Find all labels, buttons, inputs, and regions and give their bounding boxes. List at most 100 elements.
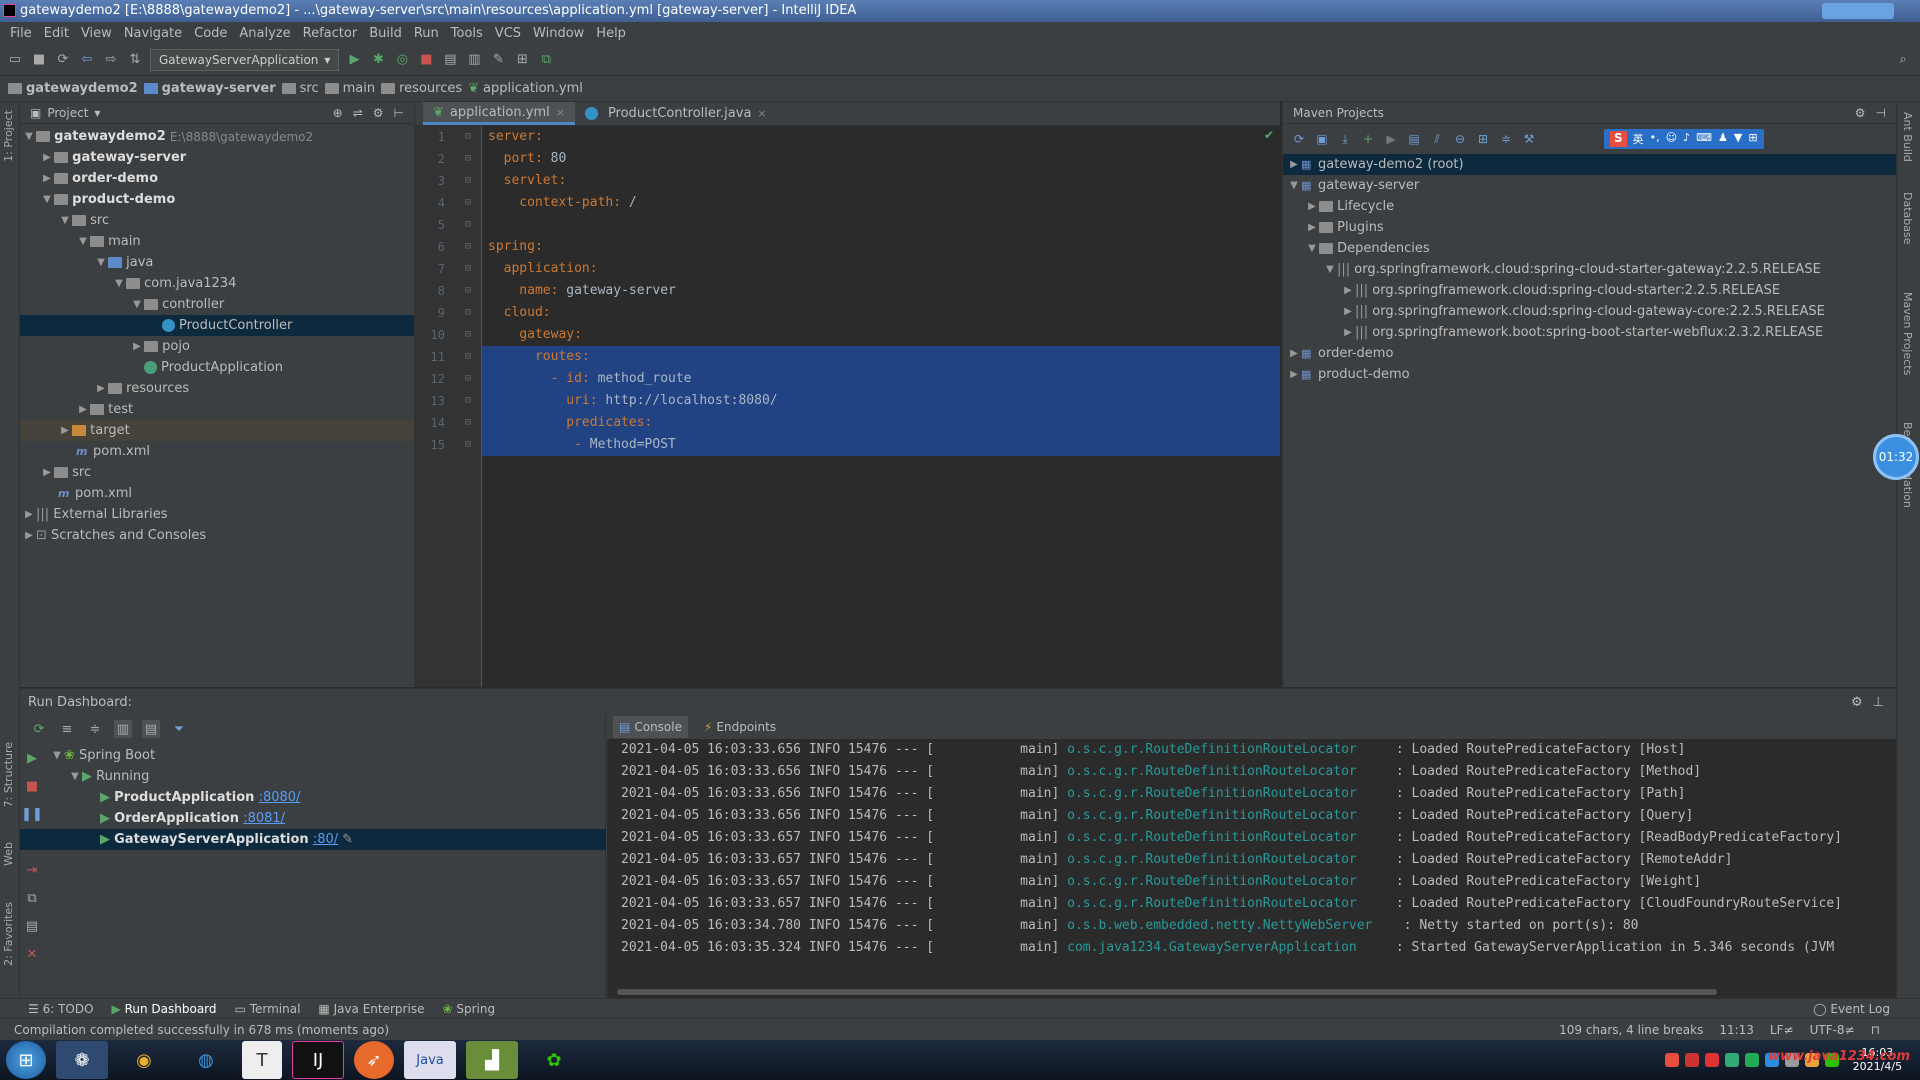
skin-icon[interactable]: ▼ (1734, 131, 1742, 147)
rerun-icon[interactable]: ⟳ (30, 720, 48, 738)
tree-item[interactable]: ▶ Plugins (1283, 217, 1896, 238)
favorites-tool-tab[interactable]: 2: Favorites (2, 902, 15, 966)
fold-marker-icon[interactable]: ⊟ (465, 434, 471, 456)
expand-arrow-icon[interactable]: ▼ (1323, 264, 1337, 275)
expand-arrow-icon[interactable]: ▶ (22, 509, 36, 520)
menu-edit[interactable]: Edit (38, 26, 75, 41)
tree-item[interactable]: ▶ ⊡ Scratches and Consoles (20, 525, 414, 546)
gear-icon[interactable]: ⚙ (1855, 106, 1866, 120)
code-line[interactable]: routes: (482, 346, 1280, 368)
generate-sources-icon[interactable]: ▣ (1314, 131, 1330, 147)
close-icon[interactable]: × (556, 106, 565, 119)
code-area[interactable]: server: port: 80 servlet: context-path: … (482, 126, 1280, 456)
tree-item[interactable]: ▼ ▦ gateway-server (1283, 175, 1896, 196)
tree-item[interactable]: m pom.xml (20, 441, 414, 462)
debug-icon[interactable]: ✱ (369, 51, 387, 69)
crumb-main[interactable]: main (324, 81, 375, 96)
emoji-icon[interactable]: ☺ (1666, 131, 1677, 147)
punct-icon[interactable]: •, (1650, 131, 1660, 147)
expand-arrow-icon[interactable]: ▼ (94, 257, 108, 268)
tree-item[interactable]: ▼ src (20, 210, 414, 231)
grid-icon[interactable]: ⊞ (1748, 131, 1757, 147)
tree-item[interactable]: ▶ resources (20, 378, 414, 399)
locate-icon[interactable]: ⊕ (333, 106, 343, 120)
tree-item[interactable]: ▶ gateway-server (20, 147, 414, 168)
tree-item[interactable]: ▼ product-demo (20, 189, 414, 210)
toggle-offline-icon[interactable]: ⫽ (1429, 131, 1445, 147)
recording-timer[interactable]: 01:32 (1873, 434, 1919, 480)
edit-icon[interactable]: ✎ (342, 832, 353, 847)
expand-arrow-icon[interactable]: ▶ (1341, 306, 1355, 317)
fold-marker-icon[interactable]: ⊟ (465, 368, 471, 390)
menu-file[interactable]: File (4, 26, 38, 41)
expand-arrow-icon[interactable]: ▼ (40, 194, 54, 205)
expand-arrow-icon[interactable]: ▶ (76, 404, 90, 415)
tab-java-enterprise[interactable]: ▦ Java Enterprise (318, 1002, 424, 1016)
expand-arrow-icon[interactable]: ▶ (1287, 348, 1301, 359)
tree-item[interactable]: ▶ pojo (20, 336, 414, 357)
code-line[interactable]: gateway: (482, 324, 1280, 346)
dependencies-icon[interactable]: ⊞ (1475, 131, 1491, 147)
expand-arrow-icon[interactable]: ▶ (1305, 201, 1319, 212)
tab-spring[interactable]: ❀ Spring (442, 1002, 495, 1016)
expand-arrow-icon[interactable]: ▶ (1287, 159, 1301, 170)
crumb-module[interactable]: gateway-server (143, 81, 276, 96)
caret-position[interactable]: 11:13 (1719, 1023, 1754, 1037)
code-line[interactable]: - Method=POST (482, 434, 1280, 456)
menu-run[interactable]: Run (408, 26, 445, 41)
tree-item[interactable]: ▼ com.java1234 (20, 273, 414, 294)
menu-refactor[interactable]: Refactor (297, 26, 364, 41)
project-panel-title[interactable]: Project (47, 106, 88, 120)
sdk-icon[interactable]: ⧉ (537, 51, 555, 69)
group-by-type-icon[interactable]: ▥ (114, 720, 132, 738)
fold-marker-icon[interactable]: ⊟ (465, 412, 471, 434)
tree-item[interactable]: ▼ ❀ Spring Boot (48, 745, 606, 766)
hide-icon[interactable]: ⊣ (1876, 106, 1886, 120)
start-button-icon[interactable]: ⊞ (6, 1041, 46, 1079)
mic-icon[interactable]: ♪ (1683, 131, 1690, 147)
search-icon[interactable]: ⌕ (1894, 51, 1912, 69)
run-app-item[interactable]: ▶ GatewayServerApplication :80/ ✎ (20, 829, 606, 850)
tree-item[interactable]: m pom.xml (20, 483, 414, 504)
expand-arrow-icon[interactable]: ▼ (1305, 243, 1319, 254)
pause-icon[interactable]: ❚❚ (21, 805, 43, 823)
expand-all-icon[interactable]: ≡ (58, 720, 76, 738)
tree-item[interactable]: ▼ main (20, 231, 414, 252)
expand-arrow-icon[interactable]: ▼ (1287, 180, 1301, 191)
tab-event-log[interactable]: ◯ Event Log (1813, 1002, 1920, 1016)
menu-code[interactable]: Code (188, 26, 233, 41)
menu-build[interactable]: Build (363, 26, 408, 41)
expand-arrow-icon[interactable]: ▼ (22, 131, 36, 142)
tree-item[interactable]: ▼ Dependencies (1283, 238, 1896, 259)
expand-arrow-icon[interactable]: ▶ (94, 383, 108, 394)
code-line[interactable]: server: (482, 126, 1280, 148)
hide-icon[interactable]: ⊢ (394, 106, 404, 120)
tab-endpoints[interactable]: ⚡ Endpoints (698, 716, 782, 738)
code-line[interactable]: port: 80 (482, 148, 1280, 170)
expand-arrow-icon[interactable]: ▶ (130, 341, 144, 352)
database-tool-tab[interactable]: Database (1901, 192, 1914, 245)
fold-marker-icon[interactable]: ⊟ (465, 236, 471, 258)
tree-item[interactable]: ▼ controller (20, 294, 414, 315)
tab-application-yml[interactable]: ❦ application.yml × (423, 102, 575, 125)
tree-item[interactable]: ▶ target (20, 420, 414, 441)
code-line[interactable]: spring: (482, 236, 1280, 258)
settings-icon[interactable]: ✎ (489, 51, 507, 69)
code-line[interactable]: servlet: (482, 170, 1280, 192)
horizontal-scrollbar[interactable] (617, 989, 1717, 995)
tree-item[interactable]: ▶ Lifecycle (1283, 196, 1896, 217)
expand-arrow-icon[interactable]: ▶ (1287, 369, 1301, 380)
crumb-resources[interactable]: resources (381, 81, 462, 96)
close-icon[interactable]: × (757, 107, 766, 120)
browser-app-icon[interactable]: ◍ (180, 1041, 232, 1079)
execute-goal-icon[interactable]: ▤ (1406, 131, 1422, 147)
fold-marker-icon[interactable]: ⊟ (465, 126, 471, 148)
add-icon[interactable]: + (1360, 131, 1376, 147)
user-icon[interactable]: ♟ (1718, 131, 1728, 147)
crumb-file[interactable]: ❦ application.yml (468, 81, 583, 96)
menu-navigate[interactable]: Navigate (118, 26, 188, 41)
refresh-icon[interactable]: ⟳ (1291, 131, 1307, 147)
line-separator[interactable]: LF≠ (1770, 1023, 1794, 1037)
intellij-app-icon[interactable]: IJ (292, 1041, 344, 1079)
expand-arrow-icon[interactable]: ▼ (58, 215, 72, 226)
